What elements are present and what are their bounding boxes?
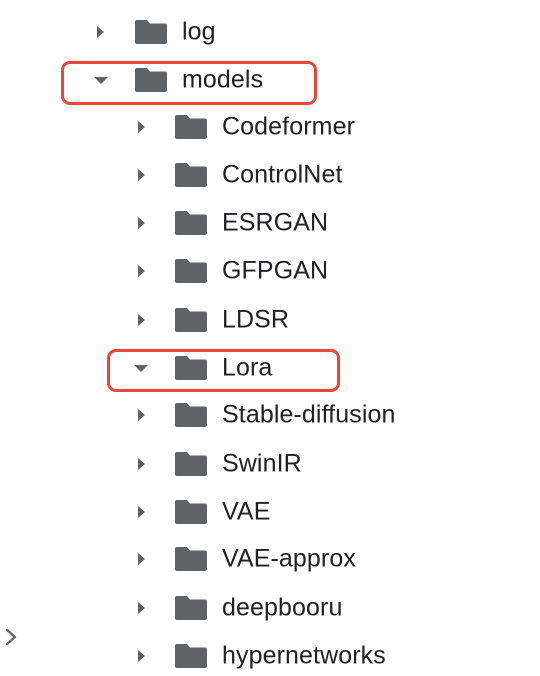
tree-item-label: VAE-approx [222, 544, 356, 573]
tree-item-controlnet[interactable]: ControlNet [0, 151, 540, 199]
folder-icon [174, 256, 208, 284]
folder-icon [174, 593, 208, 621]
folder-icon [174, 400, 208, 428]
tree-item-log[interactable]: log [0, 8, 540, 56]
tree-item-label: LDSR [222, 305, 290, 334]
highlight-box-lora [107, 349, 340, 392]
chevron-right-icon[interactable] [138, 409, 145, 421]
tree-item-deepbooru[interactable]: deepbooru [0, 584, 540, 632]
tree-item-label: SwinIR [222, 449, 302, 478]
chevron-right-icon[interactable] [138, 217, 145, 229]
tree-item-vae-approx[interactable]: VAE-approx [0, 535, 540, 583]
chevron-right-icon[interactable] [138, 506, 145, 518]
tree-item-esrgan[interactable]: ESRGAN [0, 199, 540, 247]
chevron-right-icon[interactable] [97, 26, 104, 38]
file-tree: log models Codeformer ControlNet ESRGAN [0, 0, 540, 676]
chevron-right-icon[interactable] [138, 602, 145, 614]
tree-item-label: ESRGAN [222, 208, 329, 237]
chevron-right-icon[interactable] [138, 314, 145, 326]
tree-item-swinir[interactable]: SwinIR [0, 440, 540, 488]
tree-item-label: GFPGAN [222, 256, 329, 285]
tree-item-label: VAE [222, 497, 271, 526]
folder-icon [174, 497, 208, 525]
chevron-right-icon[interactable] [138, 650, 145, 662]
tree-item-hypernetworks[interactable]: hypernetworks [0, 632, 540, 676]
tree-item-label: hypernetworks [222, 641, 386, 670]
tree-item-vae[interactable]: VAE [0, 488, 540, 536]
chevron-right-icon[interactable] [138, 458, 145, 470]
folder-icon [174, 544, 208, 572]
tree-item-ldsr[interactable]: LDSR [0, 296, 540, 344]
tree-item-label: ControlNet [222, 160, 343, 189]
chevron-right-icon[interactable] [138, 553, 145, 565]
chevron-right-icon[interactable] [138, 265, 145, 277]
tree-item-label: deepbooru [222, 593, 343, 622]
chevron-right-icon[interactable] [2, 626, 20, 648]
folder-icon [174, 112, 208, 140]
chevron-right-icon[interactable] [138, 121, 145, 133]
chevron-right-icon[interactable] [138, 169, 145, 181]
folder-icon [174, 160, 208, 188]
tree-item-label: Codeformer [222, 112, 355, 141]
tree-item-codeformer[interactable]: Codeformer [0, 103, 540, 151]
folder-icon [134, 17, 168, 45]
folder-icon [174, 449, 208, 477]
tree-item-gfpgan[interactable]: GFPGAN [0, 247, 540, 295]
folder-icon [174, 641, 208, 669]
tree-item-label: Stable-diffusion [222, 400, 396, 429]
tree-item-stable-diffusion[interactable]: Stable-diffusion [0, 391, 540, 439]
highlight-box-models [61, 61, 317, 105]
folder-icon [174, 305, 208, 333]
folder-icon [174, 208, 208, 236]
tree-item-label: log [182, 17, 216, 46]
